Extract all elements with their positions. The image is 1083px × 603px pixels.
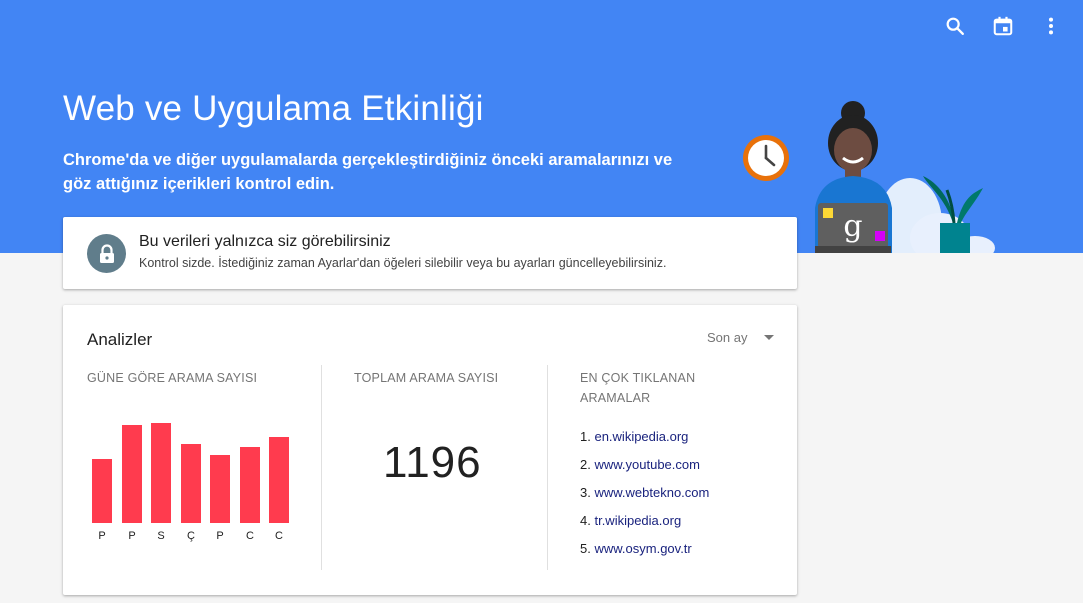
chart-day-label: P (98, 530, 106, 542)
chart-day-label: C (246, 530, 254, 542)
list-item-number: 4. (580, 513, 595, 528)
divider (321, 365, 322, 570)
total-searches-header: TOPLAM ARAMA SAYISI (354, 371, 499, 385)
list-item: 5. www.osym.gov.tr (580, 539, 709, 567)
chart-bar[interactable] (122, 425, 142, 523)
chart-bar[interactable] (181, 444, 201, 523)
list-item: 1. en.wikipedia.org (580, 427, 709, 455)
page-subtitle: Chrome'da ve diğer uygulamalarda gerçekl… (63, 151, 673, 193)
chart-bar[interactable] (92, 459, 112, 523)
chevron-down-icon[interactable] (764, 335, 774, 340)
privacy-card: Bu verileri yalnızca siz görebilirsiniz … (63, 217, 797, 289)
top-searches-header-line2: ARAMALAR (580, 391, 651, 405)
top-search-link[interactable]: www.osym.gov.tr (594, 541, 691, 556)
list-item: 4. tr.wikipedia.org (580, 511, 709, 539)
total-search-count: 1196 (383, 438, 482, 487)
calendar-icon[interactable] (989, 12, 1017, 40)
analytics-title: Analizler (87, 330, 153, 349)
top-search-link[interactable]: www.youtube.com (594, 457, 700, 472)
list-item-number: 3. (580, 485, 595, 500)
chart-day-label: S (157, 530, 165, 542)
list-item-number: 2. (580, 457, 595, 472)
top-searches-header-line1: EN ÇOK TIKLANAN (580, 371, 696, 385)
top-search-link[interactable]: www.webtekno.com (594, 485, 709, 500)
list-item-number: 5. (580, 541, 595, 556)
chart-day-label: P (128, 530, 136, 542)
chart-day-label: C (275, 530, 283, 542)
header-banner: Web ve Uygulama Etkinliği Chrome'da ve d… (0, 0, 1083, 253)
privacy-title: Bu verileri yalnızca siz görebilirsiniz (139, 233, 391, 250)
top-search-link[interactable]: en.wikipedia.org (594, 429, 688, 444)
analytics-card: Analizler Son ay GÜNE GÖRE ARAMA SAYISI … (63, 305, 797, 595)
lock-icon (87, 234, 126, 273)
page-title: Web ve Uygulama Etkinliği (63, 89, 484, 128)
chart-bar[interactable] (240, 447, 260, 523)
period-dropdown[interactable]: Son ay (707, 330, 747, 345)
top-searches-list: 1. en.wikipedia.org 2. www.youtube.com 3. … (580, 427, 709, 567)
top-searches-header: EN ÇOK TIKLANAN ARAMALAR (580, 368, 695, 408)
divider (547, 365, 548, 570)
list-item: 2. www.youtube.com (580, 455, 709, 483)
privacy-description: Kontrol sizde. İstediğiniz zaman Ayarlar… (139, 256, 667, 270)
top-search-link[interactable]: tr.wikipedia.org (594, 513, 681, 528)
chart-bar[interactable] (269, 437, 289, 523)
svg-text:g: g (843, 209, 862, 244)
chart-day-label: P (216, 530, 224, 542)
daily-searches-header: GÜNE GÖRE ARAMA SAYISI (87, 371, 258, 385)
more-vert-icon[interactable] (1037, 12, 1065, 40)
list-item: 3. www.webtekno.com (580, 483, 709, 511)
chart-bar[interactable] (210, 455, 230, 523)
list-item-number: 1. (580, 429, 595, 444)
chart-day-label: Ç (187, 530, 195, 542)
chart-bar[interactable] (151, 423, 171, 523)
search-icon[interactable] (941, 12, 969, 40)
